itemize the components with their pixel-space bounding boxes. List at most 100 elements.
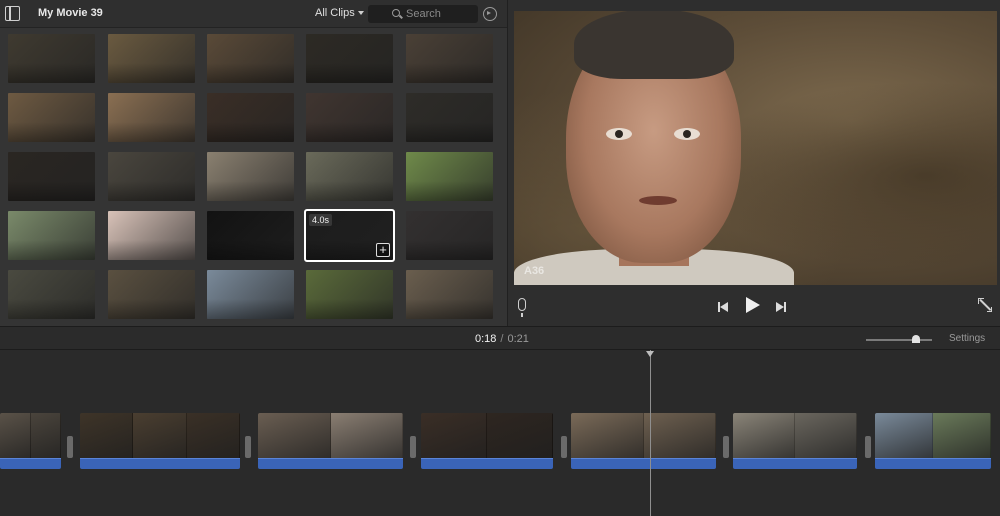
preview-subject-hair (574, 11, 734, 79)
search-icon (392, 9, 400, 17)
imovie-window: My Movie 39 All Clips 4.0s + A36 (0, 0, 1000, 516)
clip-thumbnail[interactable] (306, 152, 393, 201)
clip-thumbnail[interactable] (207, 152, 294, 201)
clip-audio-track[interactable] (80, 458, 240, 469)
clip-settings-icon[interactable] (483, 7, 497, 21)
clip-filmstrip (733, 413, 857, 458)
clip-audio-track[interactable] (733, 458, 857, 469)
clip-thumbnail-shade (406, 181, 493, 201)
clip-thumbnail-shade (207, 181, 294, 201)
clip-thumbnail[interactable] (306, 270, 393, 319)
timeline-clip[interactable] (421, 413, 553, 469)
transition-marker[interactable] (561, 436, 567, 458)
clip-frame (933, 413, 991, 458)
timeline-clip[interactable] (875, 413, 991, 469)
timeline-clip[interactable] (0, 413, 61, 469)
clip-thumbnail[interactable] (406, 211, 493, 260)
clip-thumbnail-shade (8, 122, 95, 142)
time-separator: / (500, 333, 504, 345)
clip-thumbnail[interactable] (207, 270, 294, 319)
clip-thumbnail[interactable] (8, 34, 95, 83)
clip-thumbnail-shade (8, 240, 95, 260)
settings-button[interactable]: Settings (949, 333, 985, 344)
timeline-clip[interactable] (571, 413, 716, 469)
timeline-clip[interactable] (258, 413, 403, 469)
clip-thumbnail[interactable] (8, 270, 95, 319)
clip-frame (0, 413, 31, 458)
viewer-controls (508, 292, 1000, 322)
clip-thumbnail[interactable] (108, 270, 195, 319)
transition-marker[interactable] (410, 436, 416, 458)
timeline-clip[interactable] (733, 413, 857, 469)
clip-thumbnail-shade (108, 181, 195, 201)
clip-thumbnail-shade (207, 63, 294, 83)
playhead[interactable] (650, 350, 651, 516)
current-time: 0:18 (475, 333, 497, 345)
clip-frame (330, 413, 403, 458)
viewer: A36 (507, 0, 1000, 326)
clip-audio-track[interactable] (571, 458, 716, 469)
chevron-down-icon (357, 11, 364, 16)
clip-audio-track[interactable] (258, 458, 403, 469)
clip-frame (795, 413, 857, 458)
clip-thumbnail[interactable] (207, 34, 294, 83)
clip-thumbnail-shade (8, 181, 95, 201)
clip-thumbnail[interactable] (8, 211, 95, 260)
zoom-slider-thumb[interactable] (911, 335, 920, 343)
clip-thumbnail-shade (306, 299, 393, 319)
timeline-toolbar: 0:18/0:21 Settings (0, 326, 1000, 350)
clip-audio-track[interactable] (0, 458, 61, 469)
transition-marker[interactable] (67, 436, 73, 458)
clip-filter-dropdown[interactable]: All Clips (315, 7, 364, 19)
clip-browser: My Movie 39 All Clips 4.0s + (0, 0, 507, 326)
clip-frame (643, 413, 716, 458)
clip-thumbnail[interactable] (108, 152, 195, 201)
clip-frame (30, 413, 61, 458)
clip-thumbnail-shade (406, 240, 493, 260)
search-box[interactable] (368, 5, 478, 23)
clip-thumbnail-shade (108, 63, 195, 83)
browser-toolbar: My Movie 39 All Clips (0, 0, 507, 28)
transition-marker[interactable] (723, 436, 729, 458)
clip-filmstrip (875, 413, 991, 458)
add-clip-button[interactable]: + (376, 243, 390, 257)
clip-filmstrip (80, 413, 240, 458)
playhead-handle[interactable] (646, 351, 654, 357)
clip-thumbnail[interactable] (406, 270, 493, 319)
clip-thumbnail[interactable] (207, 93, 294, 142)
clip-thumbnail-shade (8, 63, 95, 83)
clip-grid: 4.0s + (8, 34, 498, 324)
timeline[interactable] (0, 350, 1000, 516)
clip-thumbnail[interactable] (306, 34, 393, 83)
clip-audio-track[interactable] (875, 458, 991, 469)
clip-thumbnail[interactable] (8, 93, 95, 142)
clip-audio-track[interactable] (421, 458, 553, 469)
clip-thumbnail[interactable] (108, 211, 195, 260)
viewer-preview[interactable]: A36 (514, 11, 997, 285)
total-time: 0:21 (507, 333, 529, 345)
clip-thumbnail-selected[interactable]: 4.0s + (304, 209, 395, 262)
sidebar-toggle-icon[interactable] (5, 6, 20, 21)
microphone-icon[interactable] (518, 298, 526, 317)
transition-marker[interactable] (245, 436, 251, 458)
skip-back-button[interactable] (716, 300, 730, 314)
clip-thumbnail[interactable] (406, 93, 493, 142)
clip-duration-badge: 4.0s (309, 214, 333, 226)
project-title: My Movie 39 (38, 7, 103, 19)
clip-thumbnail-shade (108, 299, 195, 319)
play-button[interactable] (744, 297, 762, 315)
clip-thumbnail[interactable] (108, 93, 195, 142)
clip-thumbnail[interactable] (108, 34, 195, 83)
clip-thumbnail[interactable] (8, 152, 95, 201)
clip-thumbnail[interactable] (406, 34, 493, 83)
clip-frame (875, 413, 933, 458)
timeline-clip[interactable] (80, 413, 240, 469)
clip-thumbnail[interactable] (207, 211, 294, 260)
search-input[interactable] (406, 7, 472, 21)
clip-thumbnail-shade (406, 299, 493, 319)
skip-forward-button[interactable] (774, 300, 788, 314)
clip-thumbnail[interactable] (406, 152, 493, 201)
clip-thumbnail[interactable] (306, 93, 393, 142)
zoom-slider-track[interactable] (866, 339, 932, 341)
transition-marker[interactable] (865, 436, 871, 458)
